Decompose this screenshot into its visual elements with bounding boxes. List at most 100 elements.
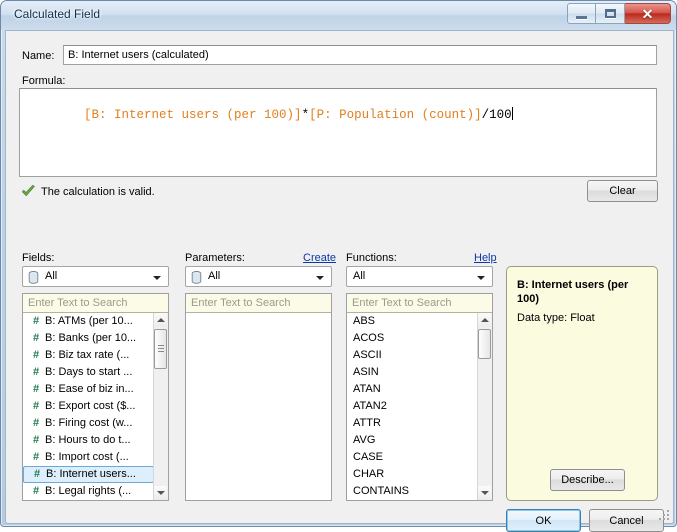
list-item[interactable]: CASE [347,449,478,466]
list-item-label: B: Export cost ($... [45,400,136,412]
clear-button[interactable]: Clear [587,180,658,202]
formula-editor[interactable]: [B: Internet users (per 100)]*[P: Popula… [19,88,657,177]
list-item[interactable]: # B: Internet users... [23,466,154,483]
number-field-icon: # [32,400,40,412]
list-item-label: B: Days to start ... [45,366,133,378]
list-item[interactable]: ATAN [347,381,478,398]
functions-scrollbar[interactable] [477,313,492,500]
list-item-label: ACOS [353,332,385,344]
minimize-button[interactable] [567,3,596,24]
number-field-icon: # [32,366,40,378]
list-item[interactable]: # B: Legal rights (... [23,483,154,500]
database-icon [28,271,39,284]
resize-grip[interactable] [657,508,669,520]
list-item[interactable]: ATTR [347,415,478,432]
list-item-label: ATAN [353,383,381,395]
list-item-label: ATAN2 [353,400,387,412]
functions-list-panel: Enter Text to Search ABS ACOS ASCII ASIN ATA… [346,293,493,501]
database-icon [191,271,202,284]
parameters-scope-dropdown[interactable]: All [185,266,332,287]
functions-list-items[interactable]: ABS ACOS ASCII ASIN ATAN ATAN2 ATTR AVG CASE CHAR… [347,313,478,500]
create-parameter-link[interactable]: Create [303,252,336,264]
list-item[interactable]: ASCII [347,347,478,364]
close-button[interactable]: ✕ [625,3,671,24]
functions-scope-value: All [353,270,366,282]
list-item[interactable]: ATAN2 [347,398,478,415]
name-label: Name: [22,50,55,62]
fields-scrollbar[interactable] [153,313,168,500]
list-item-label: B: Import cost (... [45,451,129,463]
list-item[interactable]: # B: Firing cost (w... [23,415,154,432]
formula-token-op-2: /100 [481,108,512,122]
functions-label: Functions: [346,252,397,264]
text-caret [511,107,513,120]
scroll-thumb[interactable] [478,329,491,359]
number-field-icon: # [32,485,40,497]
functions-scope-dropdown[interactable]: All [346,266,493,287]
window-title: Calculated Field [14,7,101,21]
restore-button[interactable] [596,3,625,24]
list-item-label: ABS [353,315,376,327]
cancel-button[interactable]: Cancel [589,509,664,532]
minimize-icon [576,15,587,19]
fields-scope-dropdown[interactable]: All [22,266,169,287]
list-item[interactable]: ACOS [347,330,478,347]
close-icon: ✕ [641,5,654,22]
number-field-icon: # [32,451,40,463]
scroll-down-icon[interactable] [478,486,491,500]
fields-search-input[interactable]: Enter Text to Search [23,294,168,313]
list-item[interactable]: CHAR [347,466,478,483]
title-bar[interactable]: Calculated Field ✕ [1,1,676,30]
list-item[interactable]: AVG [347,432,478,449]
field-info-title: B: Internet users (per 100) [517,279,629,305]
list-item[interactable]: # B: Biz tax rate (... [23,347,154,364]
scroll-thumb[interactable] [154,329,167,369]
fields-list-items[interactable]: # B: ATMs (per 10... # B: Banks (per 10... #… [23,313,154,500]
help-link[interactable]: Help [474,252,497,264]
formula-token-field-1: [B: Internet users (per 100)] [84,108,302,122]
parameters-label: Parameters: [185,252,245,264]
list-item-label: B: Biz tax rate (... [45,349,130,361]
chevron-down-icon [477,276,485,280]
parameters-list-body [186,313,331,500]
list-item[interactable]: # B: Banks (per 10... [23,330,154,347]
scroll-down-icon[interactable] [154,486,167,500]
list-item[interactable]: CONTAINS [347,483,478,500]
scroll-up-icon[interactable] [154,313,167,327]
chevron-down-icon [153,276,161,280]
list-item[interactable]: # B: Ease of biz in... [23,381,154,398]
number-field-icon: # [33,468,41,480]
parameters-search-input[interactable]: Enter Text to Search [186,294,331,313]
list-item[interactable]: ASIN [347,364,478,381]
list-item-label: B: Banks (per 10... [45,332,137,344]
list-item-label: CHAR [353,468,385,480]
number-field-icon: # [32,332,40,344]
list-item-label: AVG [353,434,376,446]
list-item[interactable]: # B: Import cost (... [23,449,154,466]
describe-button[interactable]: Describe... [550,469,625,491]
list-item[interactable]: ABS [347,313,478,330]
formula-token-op-1: * [301,108,310,122]
functions-list-body: ABS ACOS ASCII ASIN ATAN ATAN2 ATTR AVG CASE CHAR… [347,313,492,500]
fields-label: Fields: [22,252,55,264]
list-item[interactable]: # B: Export cost ($... [23,398,154,415]
list-item[interactable]: # B: Days to start ... [23,364,154,381]
parameters-list-items[interactable] [186,313,331,500]
name-input[interactable] [63,45,657,65]
list-item-label: ASIN [353,366,379,378]
list-item-label: CONTAINS [353,485,410,497]
list-item[interactable]: # B: ATMs (per 10... [23,313,154,330]
list-item[interactable]: # B: Hours to do t... [23,432,154,449]
ok-button[interactable]: OK [506,509,581,532]
list-item-label: CASE [353,451,383,463]
number-field-icon: # [32,417,40,429]
validation-message: The calculation is valid. [41,186,155,198]
functions-search-input[interactable]: Enter Text to Search [347,294,492,313]
formula-token-field-2: [P: Population (count)] [309,108,482,122]
list-item-label: B: Hours to do t... [45,434,131,446]
restore-icon [604,9,616,18]
dialog-body: Name: Formula: [B: Internet users (per 1… [5,30,674,532]
field-info-datatype: Data type: Float [517,312,595,324]
scroll-up-icon[interactable] [478,313,491,327]
list-item-label: B: Ease of biz in... [45,383,134,395]
